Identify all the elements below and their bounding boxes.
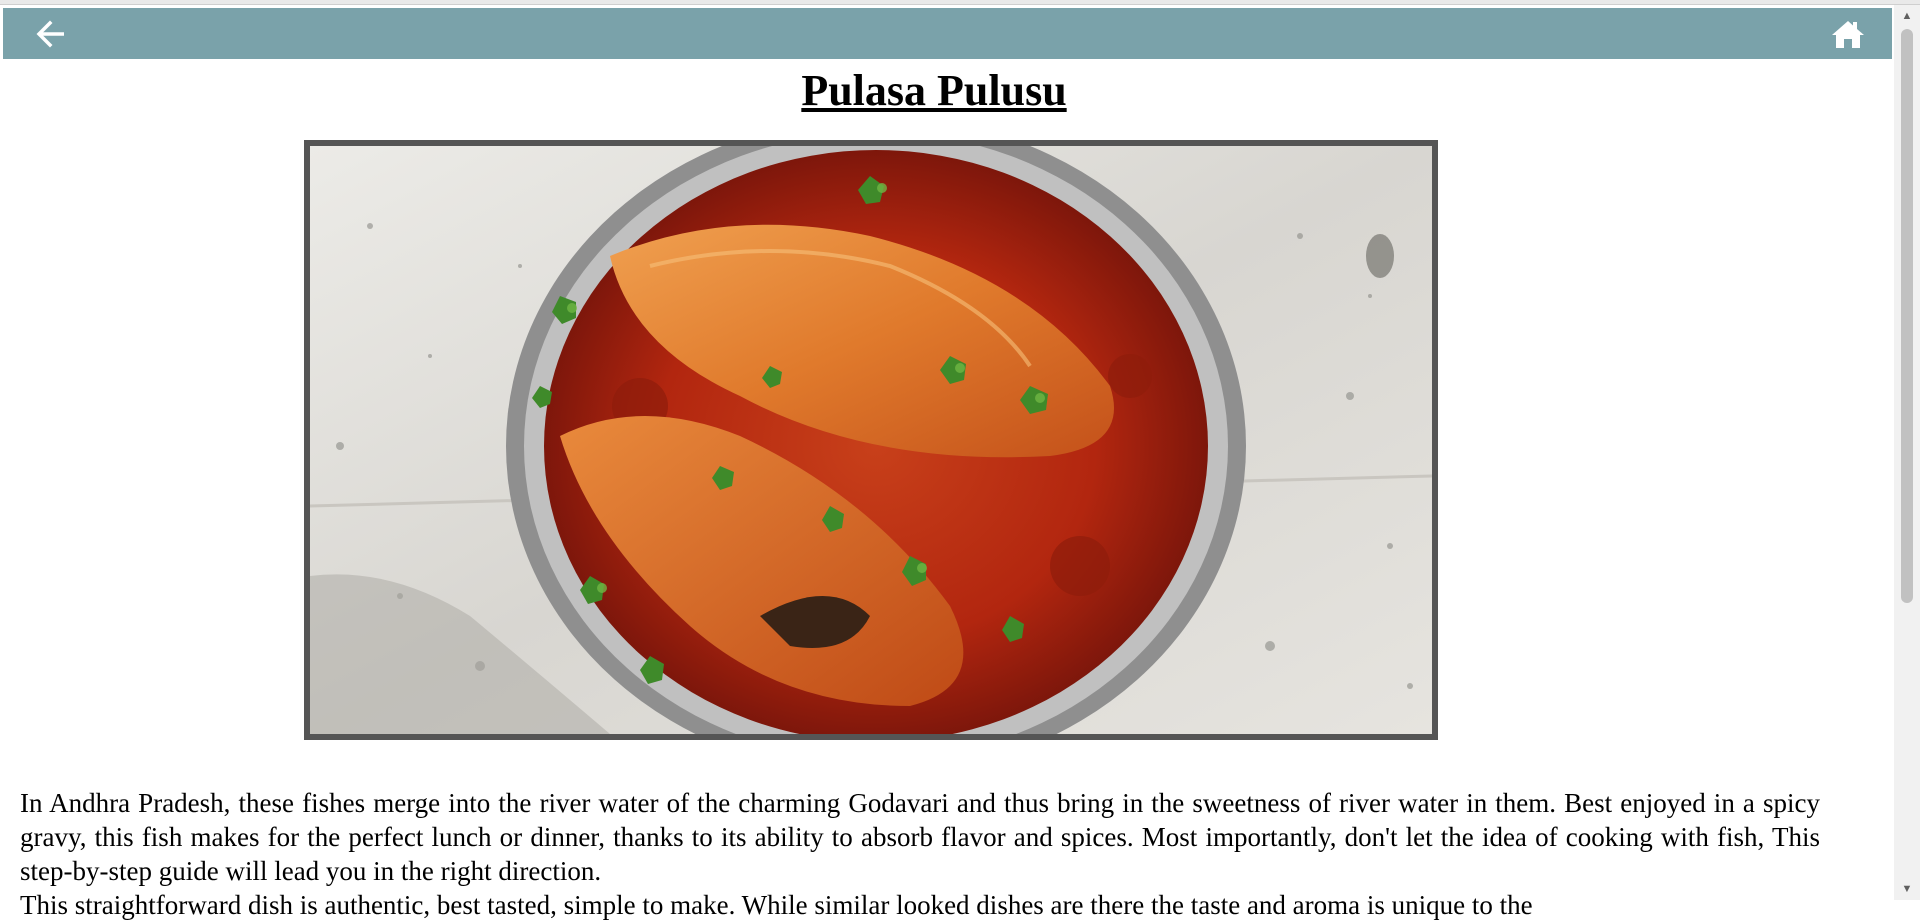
header-bar	[3, 8, 1892, 59]
scroll-up-arrow-icon[interactable]: ▲	[1894, 5, 1920, 27]
home-button[interactable]	[1828, 18, 1868, 50]
back-button[interactable]	[32, 18, 70, 50]
description-paragraph-1: In Andhra Pradesh, these fishes merge in…	[20, 788, 1820, 886]
description-paragraph-2: This straightforward dish is authentic, …	[20, 890, 1533, 920]
home-icon	[1832, 21, 1864, 48]
arrow-left-icon	[36, 20, 64, 48]
scrollbar-thumb[interactable]	[1901, 29, 1913, 603]
dish-photo-illustration	[310, 146, 1432, 734]
page-title: Pulasa Pulusu	[801, 66, 1067, 115]
vertical-scrollbar[interactable]: ▲ ▼	[1894, 5, 1920, 900]
dish-image	[304, 140, 1438, 740]
scroll-down-arrow-icon[interactable]: ▼	[1894, 878, 1920, 900]
recipe-description: In Andhra Pradesh, these fishes merge in…	[20, 786, 1820, 922]
browser-top-strip	[0, 0, 1920, 5]
